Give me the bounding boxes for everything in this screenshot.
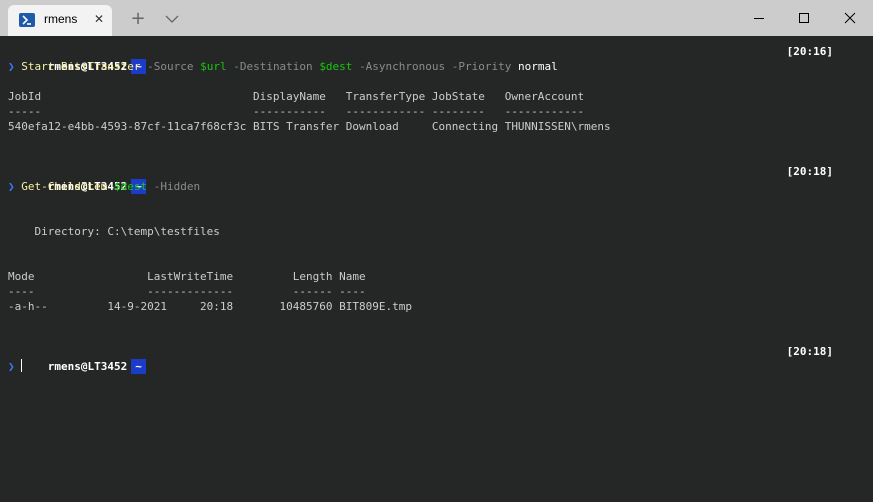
maximize-icon — [799, 13, 809, 23]
command-name: Start-BitsTransfer — [21, 60, 141, 73]
prompt-chevron-icon: ❯ — [8, 360, 15, 373]
terminal-window: rmens ✕ + rmens@LT3452 ~ [20:16] ❯ Start… — [0, 0, 873, 502]
close-icon — [844, 12, 856, 24]
prompt-path-segment: ~ — [131, 359, 146, 374]
tab-rmens[interactable]: rmens ✕ — [8, 5, 112, 36]
command-parameter: -Hidden — [153, 180, 201, 193]
prompt-line: rmens@LT3452 ~ — [8, 164, 146, 194]
output-row: 540efa12-e4bb-4593-87cf-11ca7f68cf3c BIT… — [8, 120, 611, 133]
input-line[interactable]: ❯ — [8, 359, 22, 374]
command-variable: $dest — [113, 180, 148, 193]
command-variable: $dest — [319, 60, 353, 73]
prompt-line: rmens@LT3452 ~ — [8, 344, 146, 374]
command-variable: $url — [200, 60, 227, 73]
title-bar: rmens ✕ + — [0, 0, 873, 36]
command-parameter: -Destination — [233, 60, 313, 73]
output-underline: ---- ------------- ------ ---- — [8, 285, 366, 298]
minimize-icon — [754, 18, 764, 19]
directory-line: Directory: C:\temp\testfiles — [8, 225, 220, 238]
output-header: JobId DisplayName TransferType JobState … — [8, 90, 585, 103]
command-line: ❯ Get-ChildItem $dest -Hidden — [8, 179, 200, 194]
tab-close-icon[interactable]: ✕ — [92, 12, 106, 26]
prompt-time: [20:18] — [786, 165, 833, 178]
prompt-line: rmens@LT3452 ~ — [8, 44, 146, 74]
terminal-body[interactable]: rmens@LT3452 ~ [20:16] ❯ Start-BitsTransf… — [0, 36, 873, 502]
command-name: Get-ChildItem — [21, 180, 108, 193]
new-tab-button[interactable]: + — [128, 9, 148, 29]
command-line: ❯ Start-BitsTransfer -Source $url -Desti… — [8, 59, 558, 74]
output-header: Mode LastWriteTime Length Name — [8, 270, 366, 283]
command-argument: normal — [518, 60, 558, 73]
output-underline: ----- ----------- ------------ -------- … — [8, 105, 585, 118]
output-row: -a-h-- 14-9-2021 20:18 10485760 BIT809E.… — [8, 300, 412, 313]
chevron-down-icon[interactable] — [162, 9, 182, 29]
prompt-chevron-icon: ❯ — [8, 180, 15, 193]
command-parameter: -Source — [147, 60, 194, 73]
minimize-button[interactable] — [736, 0, 782, 36]
command-parameter: -Priority — [451, 60, 512, 73]
text-cursor — [20, 359, 22, 372]
prompt-chevron-icon: ❯ — [8, 60, 15, 73]
command-parameter: -Asynchronous — [359, 60, 446, 73]
prompt-time: [20:16] — [786, 45, 833, 58]
tab-title: rmens — [44, 12, 78, 26]
prompt-user: rmens@LT3452 — [47, 360, 128, 373]
close-button[interactable] — [827, 0, 873, 36]
maximize-button[interactable] — [781, 0, 827, 36]
prompt-time: [20:18] — [786, 345, 833, 358]
powershell-icon — [19, 13, 35, 27]
